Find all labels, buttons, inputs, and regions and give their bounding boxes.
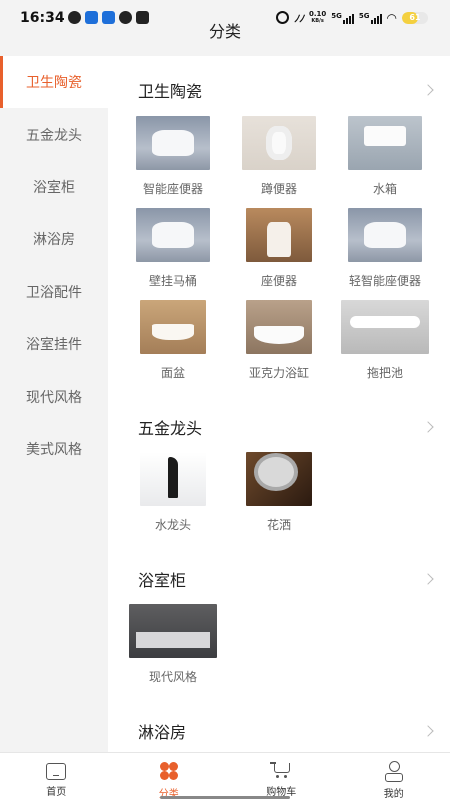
net-speed-value: 0.10 <box>308 9 327 18</box>
section-header[interactable]: 淋浴房 <box>138 719 438 743</box>
product-label: 轻智能座便器 <box>348 274 421 288</box>
product-image <box>341 300 429 354</box>
product-image <box>129 604 217 658</box>
sidebar-item-bathroom-cabinet[interactable]: 浴室柜 <box>0 161 108 213</box>
category-icon <box>158 760 180 782</box>
product-image <box>348 116 422 170</box>
section-title: 淋浴房 <box>138 723 187 742</box>
sidebar-item-shower-room[interactable]: 淋浴房 <box>0 213 108 265</box>
profile-icon <box>384 760 404 782</box>
product-image <box>140 300 206 354</box>
product-item[interactable]: 蹲便器 <box>229 116 329 197</box>
sidebar-item-hardware-faucets[interactable]: 五金龙头 <box>0 108 108 160</box>
section-title: 五金龙头 <box>138 419 203 438</box>
product-image <box>246 300 312 354</box>
section-header[interactable]: 浴室柜 <box>138 567 438 591</box>
tab-profile[interactable]: 我的 <box>338 753 450 800</box>
sidebar-item-label: 现代风格 <box>26 389 82 406</box>
page-title: 分类 <box>208 22 241 41</box>
cart-icon <box>270 760 292 780</box>
product-item[interactable]: 现代风格 <box>123 604 223 685</box>
sidebar-item-label: 淋浴房 <box>33 232 75 249</box>
product-item[interactable]: 水箱 <box>335 116 435 197</box>
product-image <box>136 208 210 262</box>
sidebar-item-sanitary-ceramics[interactable]: 卫生陶瓷 <box>0 56 108 109</box>
tab-category[interactable]: 分类 <box>113 753 226 800</box>
product-label: 水龙头 <box>154 518 191 532</box>
sidebar-item-american-style[interactable]: 美式风格 <box>0 423 108 475</box>
product-item[interactable]: 面盆 <box>123 300 223 381</box>
section-title: 浴室柜 <box>138 571 187 590</box>
tab-cart[interactable]: 购物车 <box>225 753 338 800</box>
product-label: 壁挂马桶 <box>148 274 197 288</box>
sidebar-item-label: 卫浴配件 <box>26 284 82 301</box>
sidebar-item-label: 浴室柜 <box>33 179 75 196</box>
product-item[interactable]: 智能座便器 <box>123 116 223 197</box>
top-bar: 16:34 ﾉﾉ 0.10 KB/s 5G 5G ◠ 61 分类 <box>0 0 450 56</box>
chevron-right-icon <box>422 725 434 737</box>
tab-label: 首页 <box>46 787 67 798</box>
product-image <box>348 208 422 262</box>
sidebar-item-bath-accessories[interactable]: 卫浴配件 <box>0 266 108 318</box>
tab-home[interactable]: 首页 <box>0 753 113 800</box>
product-label: 拖把池 <box>366 366 403 380</box>
product-label: 蹲便器 <box>260 182 297 196</box>
product-label: 花洒 <box>266 518 291 532</box>
sidebar-item-label: 美式风格 <box>26 441 82 458</box>
product-item[interactable]: 水龙头 <box>123 452 223 533</box>
product-image <box>242 116 316 170</box>
home-indicator[interactable] <box>160 796 290 799</box>
chevron-right-icon <box>422 573 434 585</box>
product-label: 水箱 <box>372 182 397 196</box>
sidebar-item-label: 浴室挂件 <box>26 337 82 354</box>
sidebar-item-modern-style[interactable]: 现代风格 <box>0 370 108 422</box>
product-item[interactable]: 轻智能座便器 <box>335 208 435 289</box>
product-item[interactable]: 拖把池 <box>335 300 435 381</box>
product-item[interactable]: 壁挂马桶 <box>123 208 223 289</box>
product-image <box>136 116 210 170</box>
category-sidebar: 卫生陶瓷 五金龙头 浴室柜 淋浴房 卫浴配件 浴室挂件 现代风格 美式风格 <box>0 56 108 752</box>
product-label: 座便器 <box>260 274 297 288</box>
product-label: 面盆 <box>160 366 185 380</box>
chevron-right-icon <box>422 84 434 96</box>
product-image <box>246 208 312 262</box>
bottom-tab-bar: 首页 分类 购物车 我的 <box>0 752 450 800</box>
tab-label: 我的 <box>383 789 404 800</box>
chevron-right-icon <box>422 421 434 433</box>
product-label: 亚克力浴缸 <box>248 366 309 380</box>
sidebar-item-label: 卫生陶瓷 <box>26 75 82 92</box>
section-header[interactable]: 五金龙头 <box>138 415 438 439</box>
home-icon <box>46 763 67 780</box>
product-item[interactable]: 座便器 <box>229 208 329 289</box>
product-image <box>246 452 312 506</box>
product-image <box>140 452 206 506</box>
product-label: 智能座便器 <box>142 182 203 196</box>
section-title: 卫生陶瓷 <box>138 82 203 101</box>
sidebar-item-bath-hardware[interactable]: 浴室挂件 <box>0 318 108 370</box>
section-header[interactable]: 卫生陶瓷 <box>138 78 438 102</box>
sidebar-item-label: 五金龙头 <box>26 127 82 144</box>
category-content[interactable]: 卫生陶瓷 智能座便器 蹲便器 水箱 壁挂马桶 座便器 轻智能座便器 面盆 亚克力… <box>108 56 450 752</box>
product-item[interactable]: 花洒 <box>229 452 329 533</box>
product-label: 现代风格 <box>148 670 197 684</box>
product-item[interactable]: 亚克力浴缸 <box>229 300 329 381</box>
